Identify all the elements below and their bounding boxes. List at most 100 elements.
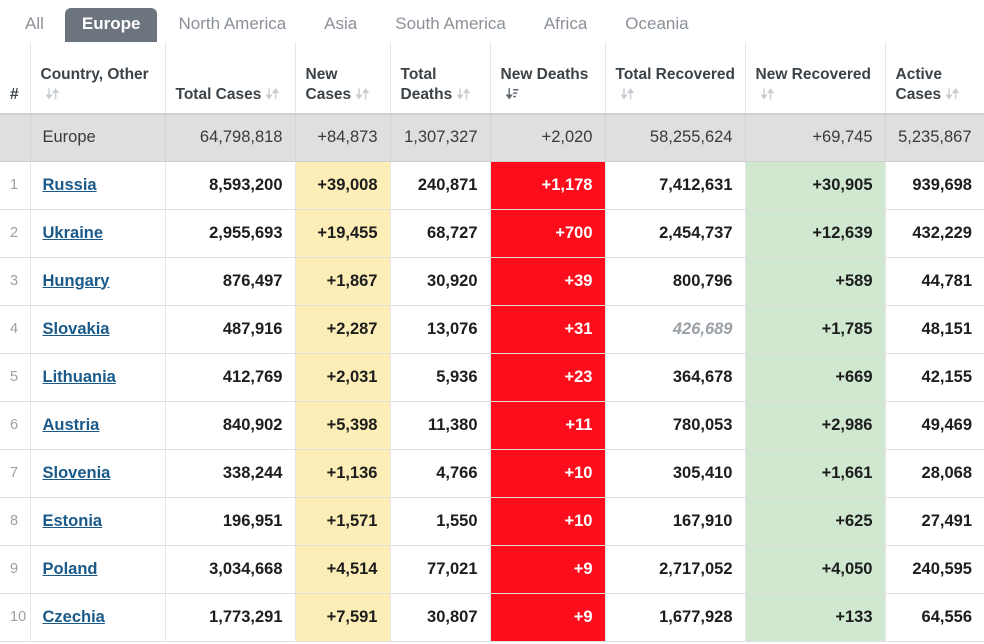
cell-new-cases: +19,455 — [295, 209, 391, 258]
cell-active-cases: 240,595 — [885, 545, 984, 594]
table-row: 8 Estonia 196,951 +1,571 1,550 +10 167,910 +625… — [0, 497, 984, 546]
cell-country: Lithuania — [30, 353, 166, 402]
column-header-total_deaths[interactable]: Total Deaths — [390, 42, 491, 115]
cell-total-cases: 487,916 — [165, 305, 296, 354]
cell-total-recovered: 167,910 — [605, 497, 746, 546]
country-link[interactable]: Slovakia — [43, 320, 110, 338]
column-header-country[interactable]: Country, Other — [30, 42, 166, 115]
cell-new-cases: +39,008 — [295, 161, 391, 210]
country-link[interactable]: Estonia — [43, 512, 103, 530]
cell-active-cases: 27,491 — [885, 497, 984, 546]
cell-num: 2 — [0, 209, 31, 258]
table-row: 5 Lithuania 412,769 +2,031 5,936 +23 364,678 +6… — [0, 353, 984, 402]
cell-total-deaths: 30,807 — [390, 593, 491, 642]
column-header-total_cases[interactable]: Total Cases — [165, 42, 296, 115]
cell-total-cases: 2,955,693 — [165, 209, 296, 258]
tab-north-america[interactable]: North America — [161, 8, 303, 42]
cell-total-deaths: 4,766 — [390, 449, 491, 498]
table-header: # Country, Other Total Cases New Cases Total… — [0, 42, 984, 115]
country-link[interactable]: Austria — [43, 416, 100, 434]
sort-toggle-icon[interactable] — [266, 87, 280, 101]
sort-toggle-icon[interactable] — [620, 87, 634, 101]
cell-num: 3 — [0, 257, 31, 306]
cell-total-cases: 412,769 — [165, 353, 296, 402]
cell-total-recovered: 800,796 — [605, 257, 746, 306]
country-link[interactable]: Slovenia — [43, 464, 111, 482]
cell-new-deaths: +9 — [490, 545, 606, 594]
cell-active-cases: 28,068 — [885, 449, 984, 498]
cell-new-cases: +5,398 — [295, 401, 391, 450]
country-link[interactable]: Hungary — [43, 272, 110, 290]
country-link[interactable]: Poland — [43, 560, 98, 578]
cell-total-cases: 64,798,818 — [165, 114, 296, 162]
cell-new-deaths: +1,178 — [490, 161, 606, 210]
country-link[interactable]: Lithuania — [43, 368, 116, 386]
cell-new-deaths: +11 — [490, 401, 606, 450]
cell-new-recovered: +69,745 — [745, 114, 886, 162]
cell-active-cases: 5,235,867 — [885, 114, 984, 162]
tab-europe[interactable]: Europe — [64, 8, 158, 42]
cell-new-cases: +84,873 — [295, 114, 391, 162]
table-row: 10 Czechia 1,773,291 +7,591 30,807 +9 1,677,92… — [0, 593, 984, 642]
tab-oceania[interactable]: Oceania — [608, 8, 705, 42]
cell-country: Ukraine — [30, 209, 166, 258]
column-header-label: Total Cases — [175, 85, 262, 103]
column-header-active_cases[interactable]: Active Cases — [885, 42, 984, 115]
cell-total-deaths: 1,307,327 — [390, 114, 491, 162]
cell-total-deaths: 13,076 — [390, 305, 491, 354]
cell-active-cases: 939,698 — [885, 161, 984, 210]
covid-stats-table: # Country, Other Total Cases New Cases Total… — [0, 42, 984, 642]
cell-country: Slovakia — [30, 305, 166, 354]
cell-num: 9 — [0, 545, 31, 594]
cell-total-recovered: 780,053 — [605, 401, 746, 450]
cell-new-cases: +7,591 — [295, 593, 391, 642]
sort-toggle-icon[interactable] — [45, 87, 59, 101]
country-link[interactable]: Ukraine — [43, 224, 104, 242]
sort-desc-icon[interactable] — [505, 87, 519, 101]
table-row: 1 Russia 8,593,200 +39,008 240,871 +1,178 7,41… — [0, 161, 984, 210]
column-header-label: New Recovered — [755, 66, 871, 84]
cell-total-deaths: 11,380 — [390, 401, 491, 450]
column-header-total_recovered[interactable]: Total Recovered — [605, 42, 746, 115]
cell-num: 8 — [0, 497, 31, 546]
cell-total-cases: 196,951 — [165, 497, 296, 546]
table-row: 2 Ukraine 2,955,693 +19,455 68,727 +700 2,454,… — [0, 209, 984, 258]
table-row: 9 Poland 3,034,668 +4,514 77,021 +9 2,717,052 +… — [0, 545, 984, 594]
continent-tab-bar: All Europe North America Asia South America A… — [0, 0, 984, 42]
cell-new-deaths: +10 — [490, 497, 606, 546]
country-link[interactable]: Czechia — [43, 608, 105, 626]
cell-new-cases: +4,514 — [295, 545, 391, 594]
cell-total-cases: 1,773,291 — [165, 593, 296, 642]
table-summary-row: Europe 64,798,818 +84,873 1,307,327 +2,020 58… — [0, 114, 984, 162]
tab-asia[interactable]: Asia — [307, 8, 374, 42]
sort-toggle-icon[interactable] — [760, 87, 774, 101]
sort-toggle-icon[interactable] — [457, 87, 471, 101]
cell-country: Europe — [30, 114, 166, 162]
cell-new-deaths: +2,020 — [490, 114, 606, 162]
sort-toggle-icon[interactable] — [946, 87, 960, 101]
cell-total-cases: 338,244 — [165, 449, 296, 498]
country-link[interactable]: Russia — [43, 176, 97, 194]
cell-new-recovered: +589 — [745, 257, 886, 306]
cell-new-recovered: +4,050 — [745, 545, 886, 594]
tab-africa[interactable]: Africa — [527, 8, 604, 42]
column-header-new_recovered[interactable]: New Recovered — [745, 42, 886, 115]
cell-new-cases: +1,136 — [295, 449, 391, 498]
cell-new-recovered: +1,785 — [745, 305, 886, 354]
cell-total-recovered: 364,678 — [605, 353, 746, 402]
tab-south-america[interactable]: South America — [378, 8, 523, 42]
cell-total-deaths: 30,920 — [390, 257, 491, 306]
sort-toggle-icon[interactable] — [356, 87, 370, 101]
cell-total-deaths: 77,021 — [390, 545, 491, 594]
column-header-label: New Deaths — [500, 66, 589, 84]
column-header-new_deaths[interactable]: New Deaths — [490, 42, 606, 115]
cell-active-cases: 64,556 — [885, 593, 984, 642]
cell-country: Hungary — [30, 257, 166, 306]
cell-num: 6 — [0, 401, 31, 450]
tab-all[interactable]: All — [8, 8, 61, 42]
cell-new-cases: +2,031 — [295, 353, 391, 402]
cell-total-cases: 876,497 — [165, 257, 296, 306]
column-header-num[interactable]: # — [0, 42, 31, 115]
cell-country: Austria — [30, 401, 166, 450]
column-header-new_cases[interactable]: New Cases — [295, 42, 391, 115]
